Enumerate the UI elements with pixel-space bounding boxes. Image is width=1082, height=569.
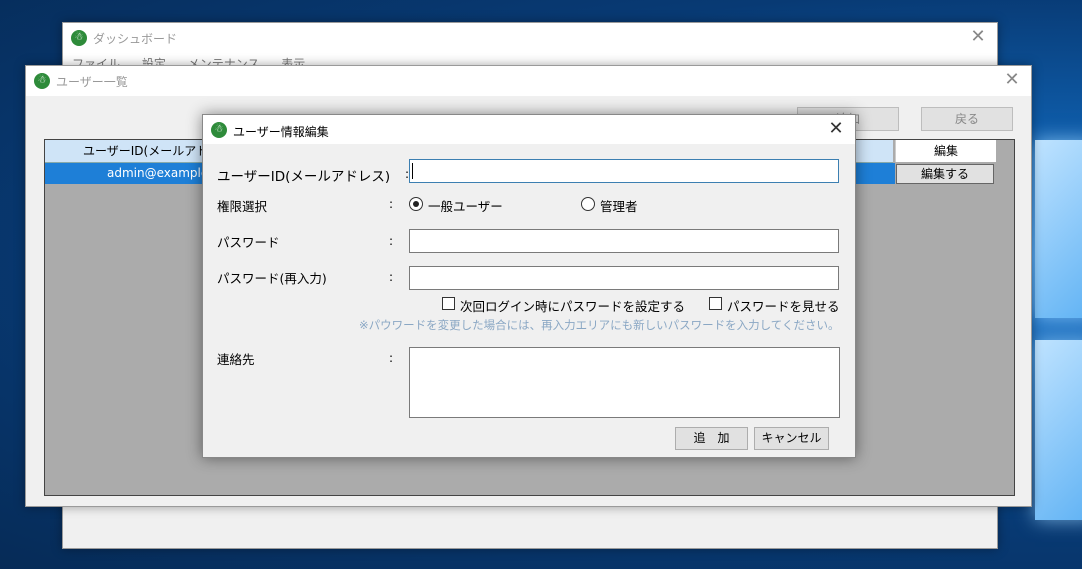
password-confirm-input[interactable] — [409, 266, 839, 290]
colon: : — [389, 234, 394, 248]
show-password-label[interactable]: パスワードを見せる — [727, 296, 840, 315]
user-list-title: ユーザー一覧 — [56, 75, 128, 89]
app-icon: ☃ — [211, 122, 227, 138]
set-password-next-login-label[interactable]: 次回ログイン時にパスワードを設定する — [460, 296, 685, 315]
password-confirm-label: パスワード(再入力) — [217, 271, 327, 286]
user-id-label: ユーザーID(メールアドレス) — [217, 169, 391, 185]
dashboard-close-icon[interactable]: ✕ — [969, 28, 987, 46]
show-password-checkbox[interactable] — [709, 297, 722, 310]
role-general-radio[interactable] — [409, 197, 423, 211]
app-icon: ☃ — [34, 73, 50, 89]
password-input[interactable] — [409, 229, 839, 253]
user-list-close-icon[interactable]: ✕ — [1003, 71, 1021, 89]
colon: : — [389, 351, 394, 365]
row-edit-button[interactable]: 編集する — [896, 164, 994, 184]
set-password-next-login-checkbox[interactable] — [442, 297, 455, 310]
dialog-title: ユーザー情報編集 — [233, 125, 329, 139]
user-id-input[interactable] — [409, 159, 839, 183]
dialog-cancel-button[interactable]: キャンセル — [754, 427, 829, 450]
user-edit-dialog: ☃ ユーザー情報編集 ✕ ユーザーID(メールアドレス) : 権限選択 : 一般… — [202, 114, 856, 458]
dialog-add-button[interactable]: 追 加 — [675, 427, 748, 450]
column-header-edit[interactable]: 編集 — [895, 140, 996, 162]
contact-textarea[interactable] — [409, 347, 840, 418]
contact-label: 連絡先 — [217, 352, 255, 367]
row-user-id: admin@example — [107, 166, 209, 180]
app-icon: ☃ — [71, 30, 87, 46]
dashboard-title: ダッシュボード — [93, 32, 178, 46]
windows-logo-decoration — [1035, 140, 1082, 540]
role-admin-label[interactable]: 管理者 — [600, 196, 638, 215]
role-admin-radio[interactable] — [581, 197, 595, 211]
colon: : — [389, 197, 394, 211]
dialog-close-icon[interactable]: ✕ — [827, 120, 845, 138]
password-hint-text: ※パウワードを変更した場合には、再入力エリアにも新しいパスワードを入力してくださ… — [359, 318, 840, 332]
password-label: パスワード — [217, 235, 280, 250]
back-button[interactable]: 戻る — [921, 107, 1013, 131]
dialog-titlebar: ☃ ユーザー情報編集 ✕ — [203, 115, 855, 144]
colon: : — [389, 270, 394, 284]
role-label: 権限選択 — [217, 199, 268, 214]
text-caret — [412, 163, 413, 179]
role-general-label[interactable]: 一般ユーザー — [428, 196, 503, 215]
user-list-titlebar: ☃ ユーザー一覧 ✕ — [26, 66, 1031, 96]
dashboard-titlebar: ☃ ダッシュボード ✕ — [63, 23, 997, 53]
